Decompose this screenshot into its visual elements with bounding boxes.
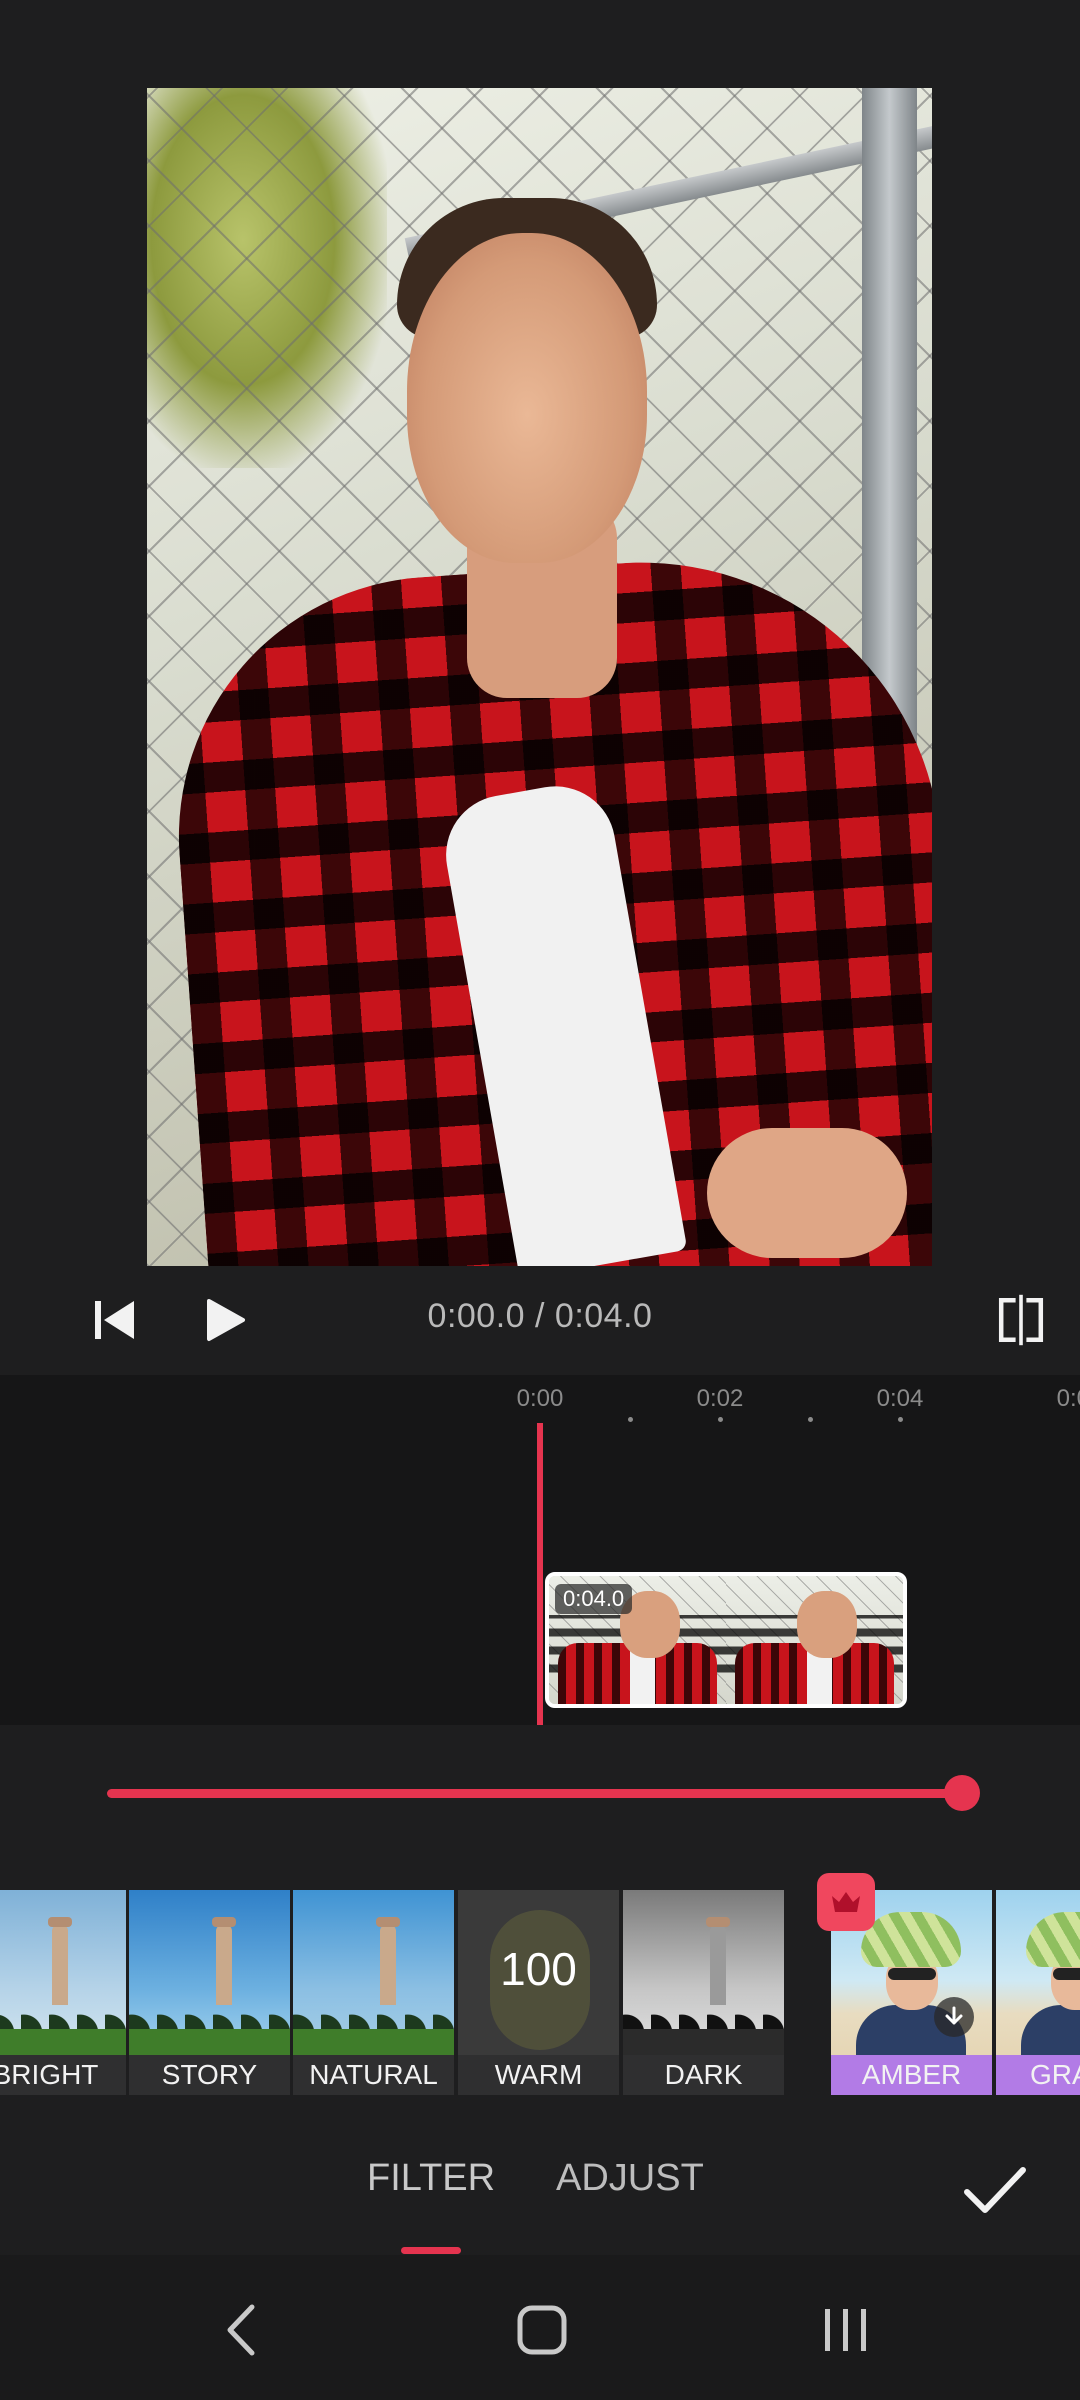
play-icon bbox=[207, 1299, 245, 1341]
ruler-label: 0:00 bbox=[516, 1385, 564, 1412]
photo-hands bbox=[707, 1128, 907, 1258]
total-time: 0:04.0 bbox=[554, 1297, 653, 1335]
premium-badge bbox=[817, 1873, 875, 1931]
ruler-label: 0:04 bbox=[876, 1385, 924, 1412]
filter-gra[interactable]: GRA bbox=[996, 1890, 1080, 2095]
skip-to-start-button[interactable] bbox=[88, 1293, 142, 1347]
nav-recents-button[interactable] bbox=[816, 2300, 876, 2360]
ruler-tick bbox=[718, 1417, 723, 1422]
filter-thumbnail bbox=[623, 1890, 784, 2055]
ruler-tick bbox=[898, 1417, 903, 1422]
filter-strip[interactable]: BRIGHT STORY NATURAL 100 WARM DARK AMBER bbox=[0, 1890, 1080, 2095]
editor-tabs: FILTER ADJUST bbox=[0, 2135, 1080, 2255]
filter-label: BRIGHT bbox=[0, 2055, 126, 2095]
video-preview-area bbox=[0, 0, 1080, 1275]
compare-split-icon bbox=[998, 1294, 1044, 1346]
filter-thumbnail bbox=[129, 1890, 290, 2055]
nav-home-button[interactable] bbox=[512, 2300, 572, 2360]
clip-thumbnail bbox=[726, 1576, 903, 1704]
thumb-face bbox=[796, 1591, 857, 1658]
filter-story[interactable]: STORY bbox=[129, 1890, 290, 2095]
photo-face bbox=[407, 233, 647, 563]
active-tab-indicator bbox=[401, 2247, 461, 2254]
download-icon bbox=[945, 2006, 963, 2025]
filter-warm[interactable]: 100 WARM bbox=[458, 1890, 619, 2095]
playback-controls: 0:00.0 / 0:04.0 bbox=[0, 1275, 1080, 1365]
video-clip[interactable]: 0:04.0 bbox=[545, 1572, 907, 1708]
confirm-button[interactable] bbox=[960, 2155, 1030, 2225]
filter-thumbnail bbox=[0, 1890, 126, 2055]
filter-thumbnail bbox=[996, 1890, 1080, 2055]
preview-photo[interactable] bbox=[147, 88, 932, 1266]
filter-intensity-slider[interactable] bbox=[107, 1774, 980, 1814]
checkmark-icon bbox=[964, 2167, 1026, 2213]
recents-icon bbox=[825, 2309, 866, 2351]
tab-adjust[interactable]: ADJUST bbox=[556, 2157, 704, 2200]
thumb-tshirt bbox=[630, 1650, 656, 1704]
compare-button[interactable] bbox=[994, 1293, 1048, 1347]
ruler-label: 0:02 bbox=[696, 1385, 744, 1412]
playhead[interactable] bbox=[537, 1423, 543, 1725]
filter-label: STORY bbox=[129, 2055, 290, 2095]
nav-back-button[interactable] bbox=[212, 2300, 272, 2360]
filter-label: DARK bbox=[623, 2055, 784, 2095]
filter-label: GRA bbox=[996, 2055, 1080, 2095]
filter-intensity-value: 100 bbox=[500, 1943, 577, 1995]
thumb-tshirt bbox=[807, 1650, 833, 1704]
ruler-tick bbox=[628, 1417, 633, 1422]
filter-label: AMBER bbox=[831, 2055, 992, 2095]
download-button[interactable] bbox=[934, 1997, 974, 2037]
filter-dark[interactable]: DARK bbox=[623, 1890, 784, 2095]
filter-thumbnail bbox=[293, 1890, 454, 2055]
clip-duration-label: 0:04.0 bbox=[555, 1584, 633, 1614]
system-navigation-bar bbox=[0, 2255, 1080, 2400]
current-time: 0:00.0 bbox=[427, 1297, 526, 1335]
filter-label: WARM bbox=[458, 2055, 619, 2095]
home-icon bbox=[517, 2305, 567, 2355]
tab-filter[interactable]: FILTER bbox=[367, 2157, 495, 2200]
skip-to-start-icon bbox=[95, 1301, 134, 1339]
time-readout: 0:00.0 / 0:04.0 bbox=[360, 1297, 720, 1336]
slider-track[interactable] bbox=[107, 1789, 962, 1798]
filter-natural[interactable]: NATURAL bbox=[293, 1890, 454, 2095]
slider-knob[interactable] bbox=[944, 1775, 980, 1811]
time-separator: / bbox=[525, 1297, 555, 1335]
filter-thumbnail: 100 bbox=[458, 1890, 619, 2055]
back-chevron-icon bbox=[227, 2304, 255, 2356]
timeline[interactable]: 0:00 0:02 0:04 0:06 0:04.0 bbox=[0, 1375, 1080, 1725]
filter-label: NATURAL bbox=[293, 2055, 454, 2095]
ruler-label: 0:06 bbox=[1056, 1385, 1080, 1412]
filter-bright[interactable]: BRIGHT bbox=[0, 1890, 126, 2095]
ruler-tick bbox=[808, 1417, 813, 1422]
play-button[interactable] bbox=[197, 1293, 251, 1347]
crown-icon bbox=[832, 1892, 860, 1912]
